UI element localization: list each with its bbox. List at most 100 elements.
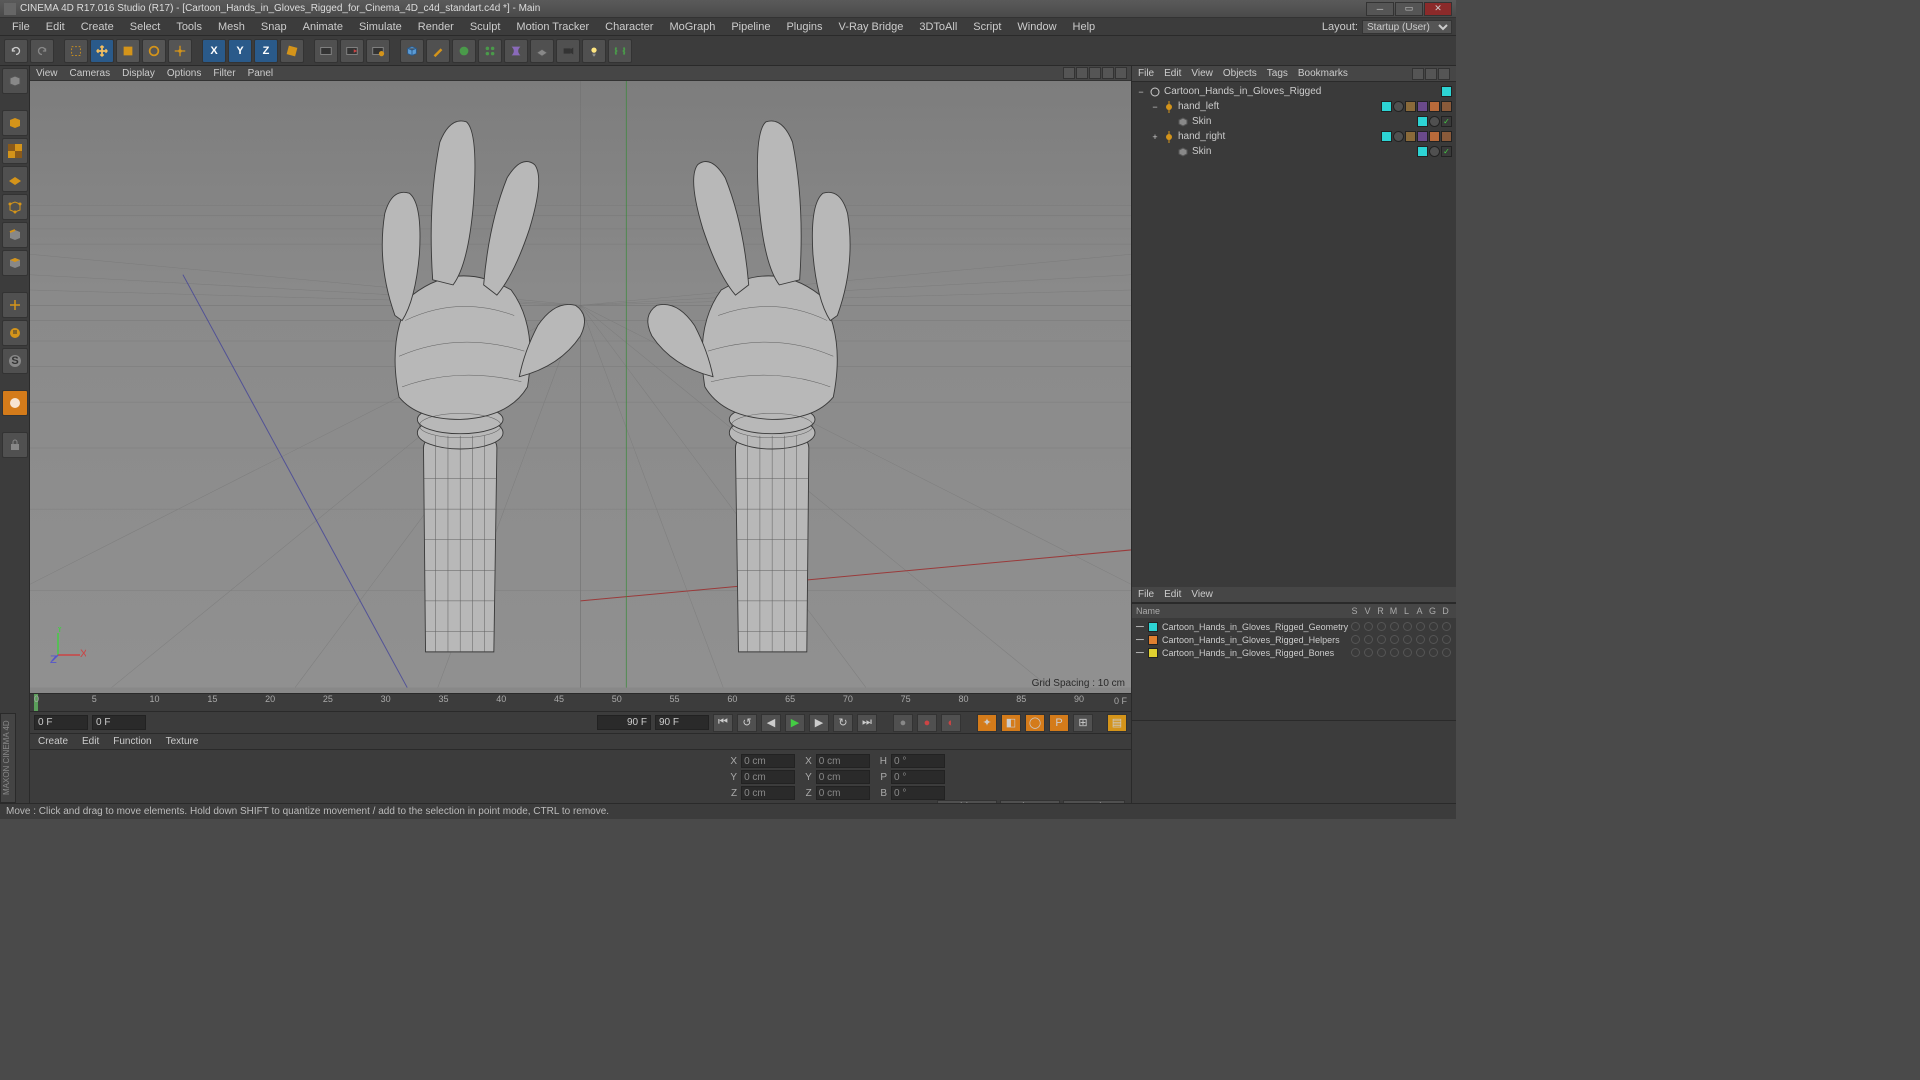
- obj-tags[interactable]: ✓: [1417, 146, 1452, 157]
- redo-button[interactable]: [30, 39, 54, 63]
- cube-primitive[interactable]: [400, 39, 424, 63]
- keyselect-button[interactable]: ◐: [941, 714, 961, 732]
- menu-tools[interactable]: Tools: [168, 21, 210, 33]
- menu-simulate[interactable]: Simulate: [351, 21, 410, 33]
- keymode-button[interactable]: ▤: [1107, 714, 1127, 732]
- obj-tags[interactable]: [1441, 86, 1452, 97]
- layer-expand[interactable]: ─: [1136, 621, 1146, 633]
- menu-mograph[interactable]: MoGraph: [661, 21, 723, 33]
- pen-tool[interactable]: [426, 39, 450, 63]
- layer-row[interactable]: ─ Cartoon_Hands_in_Gloves_Rigged_Helpers: [1132, 633, 1456, 646]
- maximize-button[interactable]: ▭: [1395, 2, 1423, 16]
- expand-icon[interactable]: −: [1150, 102, 1160, 112]
- layer-expand[interactable]: ─: [1136, 634, 1146, 646]
- layer-name[interactable]: Cartoon_Hands_in_Gloves_Rigged_Bones: [1162, 648, 1348, 658]
- layer-toggle[interactable]: [1416, 635, 1425, 644]
- y-axis-lock[interactable]: Y: [228, 39, 252, 63]
- om-menu-tags[interactable]: Tags: [1267, 68, 1288, 79]
- vp-btn-3[interactable]: [1089, 67, 1101, 79]
- anim-menu-edit[interactable]: Edit: [82, 736, 99, 747]
- vp-menu-cameras[interactable]: Cameras: [70, 68, 111, 79]
- tree-row[interactable]: Skin ✓: [1132, 114, 1456, 129]
- rotate-tool[interactable]: [142, 39, 166, 63]
- layer-row[interactable]: ─ Cartoon_Hands_in_Gloves_Rigged_Bones: [1132, 646, 1456, 659]
- undo-button[interactable]: [4, 39, 28, 63]
- z-pos-field[interactable]: [741, 786, 795, 800]
- layer-toggle[interactable]: [1390, 635, 1399, 644]
- tree-row[interactable]: + hand_right: [1132, 129, 1456, 144]
- layer-toggle[interactable]: [1429, 648, 1438, 657]
- om-btn-1[interactable]: [1412, 68, 1424, 80]
- layer-expand[interactable]: ─: [1136, 647, 1146, 659]
- menu-script[interactable]: Script: [965, 21, 1009, 33]
- key-scale-button[interactable]: ◧: [1001, 714, 1021, 732]
- layer-toggle[interactable]: [1403, 648, 1412, 657]
- axis-mode[interactable]: [2, 292, 28, 318]
- layer-toggle[interactable]: [1351, 622, 1360, 631]
- menu-sculpt[interactable]: Sculpt: [462, 21, 509, 33]
- layer-toggle[interactable]: [1429, 635, 1438, 644]
- camera-tool[interactable]: [556, 39, 580, 63]
- tree-row[interactable]: − hand_left: [1132, 99, 1456, 114]
- next-frame-button[interactable]: ▶: [809, 714, 829, 732]
- menu-pipeline[interactable]: Pipeline: [723, 21, 778, 33]
- autokey-button[interactable]: ●: [917, 714, 937, 732]
- play-button[interactable]: ▶: [785, 714, 805, 732]
- layer-toggle[interactable]: [1364, 648, 1373, 657]
- total-frame-field[interactable]: [655, 715, 709, 730]
- layer-toggle[interactable]: [1429, 622, 1438, 631]
- model-mode[interactable]: [2, 110, 28, 136]
- z-axis-lock[interactable]: Z: [254, 39, 278, 63]
- object-tree[interactable]: − Cartoon_Hands_in_Gloves_Rigged − hand_…: [1132, 82, 1456, 587]
- goto-start-button[interactable]: ⏮: [713, 714, 733, 732]
- om-menu-edit[interactable]: Edit: [1164, 68, 1181, 79]
- menu-animate[interactable]: Animate: [295, 21, 351, 33]
- render-settings[interactable]: [366, 39, 390, 63]
- layer-name[interactable]: Cartoon_Hands_in_Gloves_Rigged_Helpers: [1162, 635, 1348, 645]
- key-rot-button[interactable]: ◯: [1025, 714, 1045, 732]
- om-menu-bookmarks[interactable]: Bookmarks: [1298, 68, 1348, 79]
- close-button[interactable]: ✕: [1424, 2, 1452, 16]
- y-pos-field[interactable]: [741, 770, 795, 784]
- vp-menu-view[interactable]: View: [36, 68, 58, 79]
- end-frame-field[interactable]: [597, 715, 651, 730]
- menu-select[interactable]: Select: [122, 21, 169, 33]
- tweak-mode[interactable]: [2, 320, 28, 346]
- obj-name[interactable]: Skin: [1192, 146, 1413, 157]
- menu-create[interactable]: Create: [73, 21, 122, 33]
- vp-btn-1[interactable]: [1063, 67, 1075, 79]
- expand-icon[interactable]: −: [1136, 87, 1146, 97]
- menu-motion-tracker[interactable]: Motion Tracker: [508, 21, 597, 33]
- viewport[interactable]: Perspective: [30, 81, 1131, 693]
- timeline[interactable]: 051015202530354045505560657075808590 0 F: [30, 693, 1131, 711]
- array-tool[interactable]: [478, 39, 502, 63]
- snap-mode[interactable]: S: [2, 348, 28, 374]
- anim-menu-texture[interactable]: Texture: [166, 736, 199, 747]
- layer-toggle[interactable]: [1403, 635, 1412, 644]
- select-tool[interactable]: [64, 39, 88, 63]
- maxon-tab[interactable]: MAXON CINEMA 4D: [0, 713, 16, 803]
- current-frame-field[interactable]: [34, 715, 88, 730]
- workplane-mode[interactable]: [2, 166, 28, 192]
- key-param-button[interactable]: P: [1049, 714, 1069, 732]
- vp-btn-2[interactable]: [1076, 67, 1088, 79]
- obj-name[interactable]: Cartoon_Hands_in_Gloves_Rigged: [1164, 86, 1437, 97]
- polygon-mode[interactable]: [2, 250, 28, 276]
- layer-toggle[interactable]: [1442, 635, 1451, 644]
- vp-btn-4[interactable]: [1102, 67, 1114, 79]
- om-menu-file[interactable]: File: [1138, 68, 1154, 79]
- point-mode[interactable]: [2, 194, 28, 220]
- x-size-field[interactable]: [816, 754, 870, 768]
- om-btn-2[interactable]: [1425, 68, 1437, 80]
- minimize-button[interactable]: ─: [1366, 2, 1394, 16]
- render-view[interactable]: [314, 39, 338, 63]
- obj-tags[interactable]: ✓: [1417, 116, 1452, 127]
- menu-snap[interactable]: Snap: [253, 21, 295, 33]
- obj-tags[interactable]: [1381, 101, 1452, 112]
- vp-menu-panel[interactable]: Panel: [248, 68, 274, 79]
- vp-btn-5[interactable]: [1115, 67, 1127, 79]
- om-menu-view[interactable]: View: [1191, 68, 1213, 79]
- layer-list[interactable]: ─ Cartoon_Hands_in_Gloves_Rigged_Geometr…: [1132, 618, 1456, 720]
- deformer-tool[interactable]: [504, 39, 528, 63]
- layer-toggle[interactable]: [1390, 648, 1399, 657]
